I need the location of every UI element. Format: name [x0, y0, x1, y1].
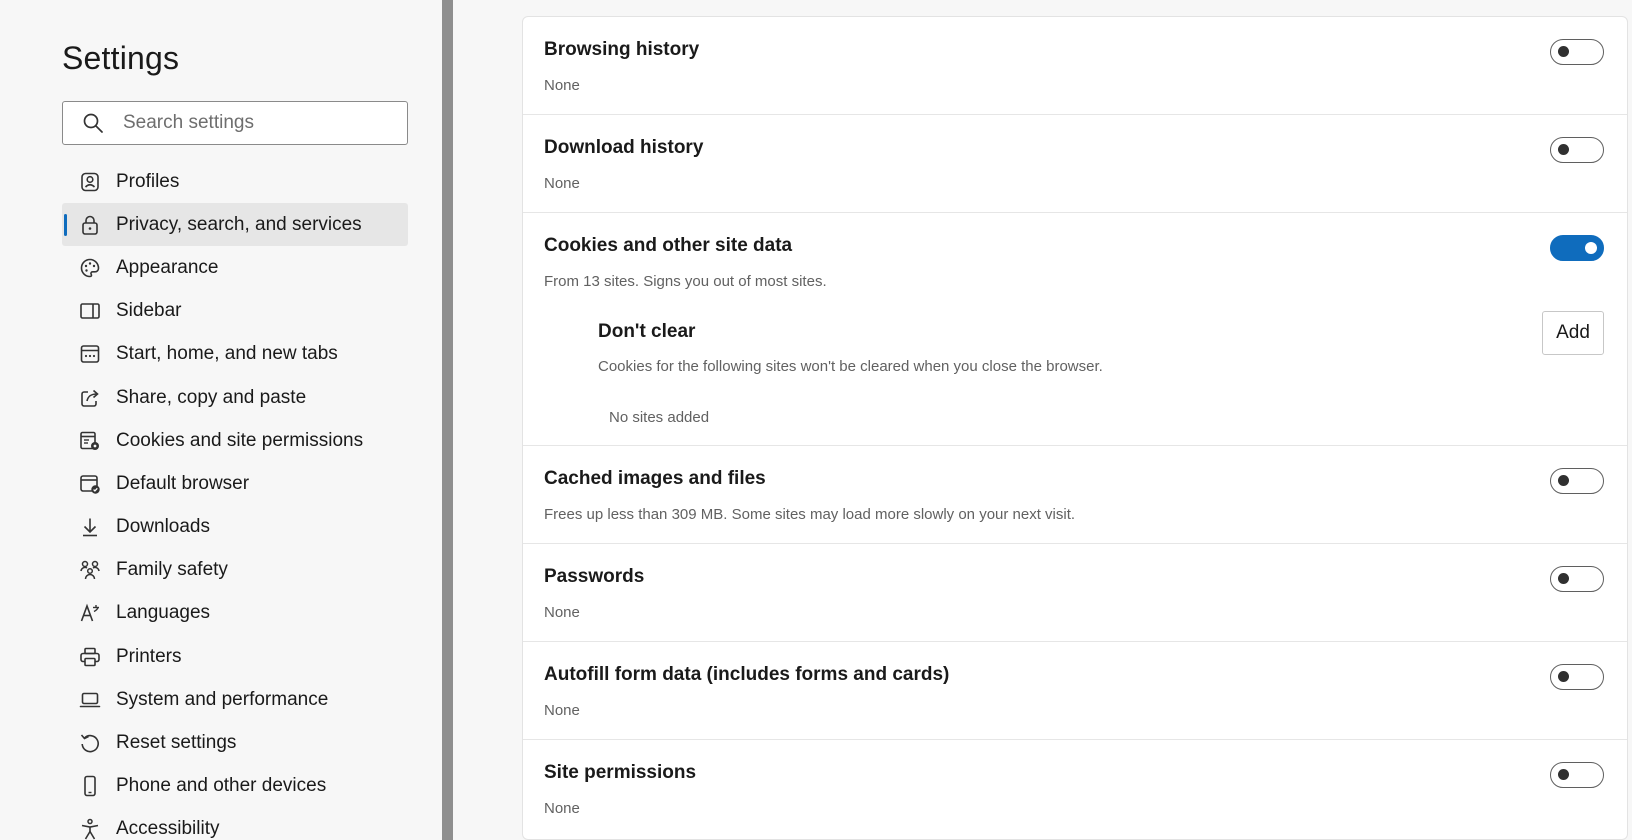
- sidebar-item-default-browser[interactable]: Default browser: [62, 462, 408, 505]
- sidebar-item-label: Accessibility: [116, 818, 220, 840]
- sidebar-item-label: Appearance: [116, 256, 219, 278]
- option-description: None: [544, 175, 580, 192]
- sidebar-item-label: Downloads: [116, 516, 210, 538]
- option-description: None: [544, 702, 580, 719]
- option-row-autofill: Autofill form data (includes forms and c…: [523, 642, 1627, 740]
- languages-icon: [77, 600, 103, 626]
- sidebar-item-label: Cookies and site permissions: [116, 429, 364, 451]
- option-description: From 13 sites. Signs you out of most sit…: [544, 273, 827, 290]
- cookies-toggle[interactable]: [1550, 235, 1604, 261]
- cookies-permissions-icon: [77, 428, 103, 454]
- sidebar-item-languages[interactable]: Languages: [62, 592, 408, 635]
- passwords-toggle[interactable]: [1550, 566, 1604, 592]
- sidebar-item-appearance[interactable]: Appearance: [62, 246, 408, 289]
- site-permissions-toggle[interactable]: [1550, 762, 1604, 788]
- default-browser-icon: [77, 471, 103, 497]
- option-description: None: [544, 604, 580, 621]
- sidebar-item-label: Languages: [116, 602, 211, 624]
- option-row-download-history: Download history None: [523, 115, 1627, 213]
- toggle-knob: [1558, 46, 1569, 57]
- printer-icon: [77, 644, 103, 670]
- browsing-history-toggle[interactable]: [1550, 39, 1604, 65]
- toggle-knob: [1585, 242, 1597, 254]
- option-title: Cached images and files: [544, 468, 766, 489]
- sidebar-item-label: Profiles: [116, 170, 180, 192]
- sidebar-item-label: Start, home, and new tabs: [116, 343, 338, 365]
- sidebar-item-cookies-permissions[interactable]: Cookies and site permissions: [62, 419, 408, 462]
- share-icon: [77, 385, 103, 411]
- sidebar-item-accessibility[interactable]: Accessibility: [62, 808, 408, 840]
- option-row-site-permissions: Site permissions None: [523, 740, 1627, 838]
- sidebar-item-share[interactable]: Share, copy and paste: [62, 376, 408, 419]
- accessibility-icon: [77, 816, 103, 840]
- search-icon: [81, 111, 105, 135]
- lock-icon: [77, 212, 103, 238]
- settings-app: Settings Profiles Privacy, search, and s…: [0, 0, 1632, 840]
- sidebar-item-start-home[interactable]: Start, home, and new tabs: [62, 333, 408, 376]
- sidebar-item-label: Sidebar: [116, 300, 182, 322]
- toggle-knob: [1558, 573, 1569, 584]
- sidebar-item-label: Default browser: [116, 472, 250, 494]
- sidebar-item-label: System and performance: [116, 688, 329, 710]
- download-icon: [77, 514, 103, 540]
- phone-icon: [77, 773, 103, 799]
- toggle-knob: [1558, 769, 1569, 780]
- sidebar-nav: Profiles Privacy, search, and services A…: [62, 160, 408, 840]
- option-row-passwords: Passwords None: [523, 544, 1627, 642]
- add-site-button[interactable]: Add: [1542, 311, 1604, 355]
- option-description: None: [544, 77, 580, 94]
- sidebar-item-label: Privacy, search, and services: [116, 213, 362, 235]
- sidebar-item-downloads[interactable]: Downloads: [62, 506, 408, 549]
- cached-images-toggle[interactable]: [1550, 468, 1604, 494]
- settings-sidebar: Settings Profiles Privacy, search, and s…: [0, 0, 442, 840]
- option-title: Site permissions: [544, 762, 697, 783]
- sidebar-item-printers[interactable]: Printers: [62, 635, 408, 678]
- dont-clear-title: Don't clear: [598, 321, 696, 342]
- sidebar-item-privacy[interactable]: Privacy, search, and services: [62, 203, 408, 247]
- sidebar-item-family-safety[interactable]: Family safety: [62, 549, 408, 592]
- sidebar-icon: [77, 298, 103, 324]
- sidebar-item-profiles[interactable]: Profiles: [62, 160, 408, 203]
- sidebar-item-label: Reset settings: [116, 732, 237, 754]
- page-title: Settings: [62, 40, 180, 76]
- no-sites-message: No sites added: [609, 409, 710, 426]
- option-title: Browsing history: [544, 39, 700, 60]
- option-title: Cookies and other site data: [544, 235, 793, 256]
- sidebar-item-label: Phone and other devices: [116, 775, 327, 797]
- toggle-knob: [1558, 671, 1569, 682]
- search-input[interactable]: [123, 112, 393, 134]
- toggle-knob: [1558, 475, 1569, 486]
- clear-data-panel: Browsing history None Download history N…: [522, 16, 1628, 840]
- sidebar-item-phone-devices[interactable]: Phone and other devices: [62, 765, 408, 808]
- option-row-cached-images: Cached images and files Frees up less th…: [523, 446, 1627, 544]
- option-row-cookies: Cookies and other site data From 13 site…: [523, 213, 1627, 446]
- sidebar-item-sidebar[interactable]: Sidebar: [62, 290, 408, 333]
- toggle-knob: [1558, 144, 1569, 155]
- sidebar-item-label: Share, copy and paste: [116, 386, 307, 408]
- home-tabs-icon: [77, 341, 103, 367]
- sidebar-scrollbar[interactable]: [442, 0, 453, 840]
- family-icon: [77, 557, 103, 583]
- palette-icon: [77, 255, 103, 281]
- sidebar-item-label: Family safety: [116, 559, 228, 581]
- option-title: Download history: [544, 137, 704, 158]
- search-box[interactable]: [62, 101, 408, 145]
- download-history-toggle[interactable]: [1550, 137, 1604, 163]
- option-description: None: [544, 800, 580, 817]
- sidebar-item-reset-settings[interactable]: Reset settings: [62, 721, 408, 764]
- option-title: Autofill form data (includes forms and c…: [544, 664, 950, 685]
- reset-icon: [77, 730, 103, 756]
- dont-clear-description: Cookies for the following sites won't be…: [598, 358, 1103, 375]
- option-description: Frees up less than 309 MB. Some sites ma…: [544, 506, 1076, 523]
- autofill-toggle[interactable]: [1550, 664, 1604, 690]
- laptop-icon: [77, 687, 103, 713]
- sidebar-item-system-performance[interactable]: System and performance: [62, 678, 408, 721]
- option-row-browsing-history: Browsing history None: [523, 17, 1627, 115]
- sidebar-item-label: Printers: [116, 645, 182, 667]
- profile-icon: [77, 169, 103, 195]
- option-title: Passwords: [544, 566, 645, 587]
